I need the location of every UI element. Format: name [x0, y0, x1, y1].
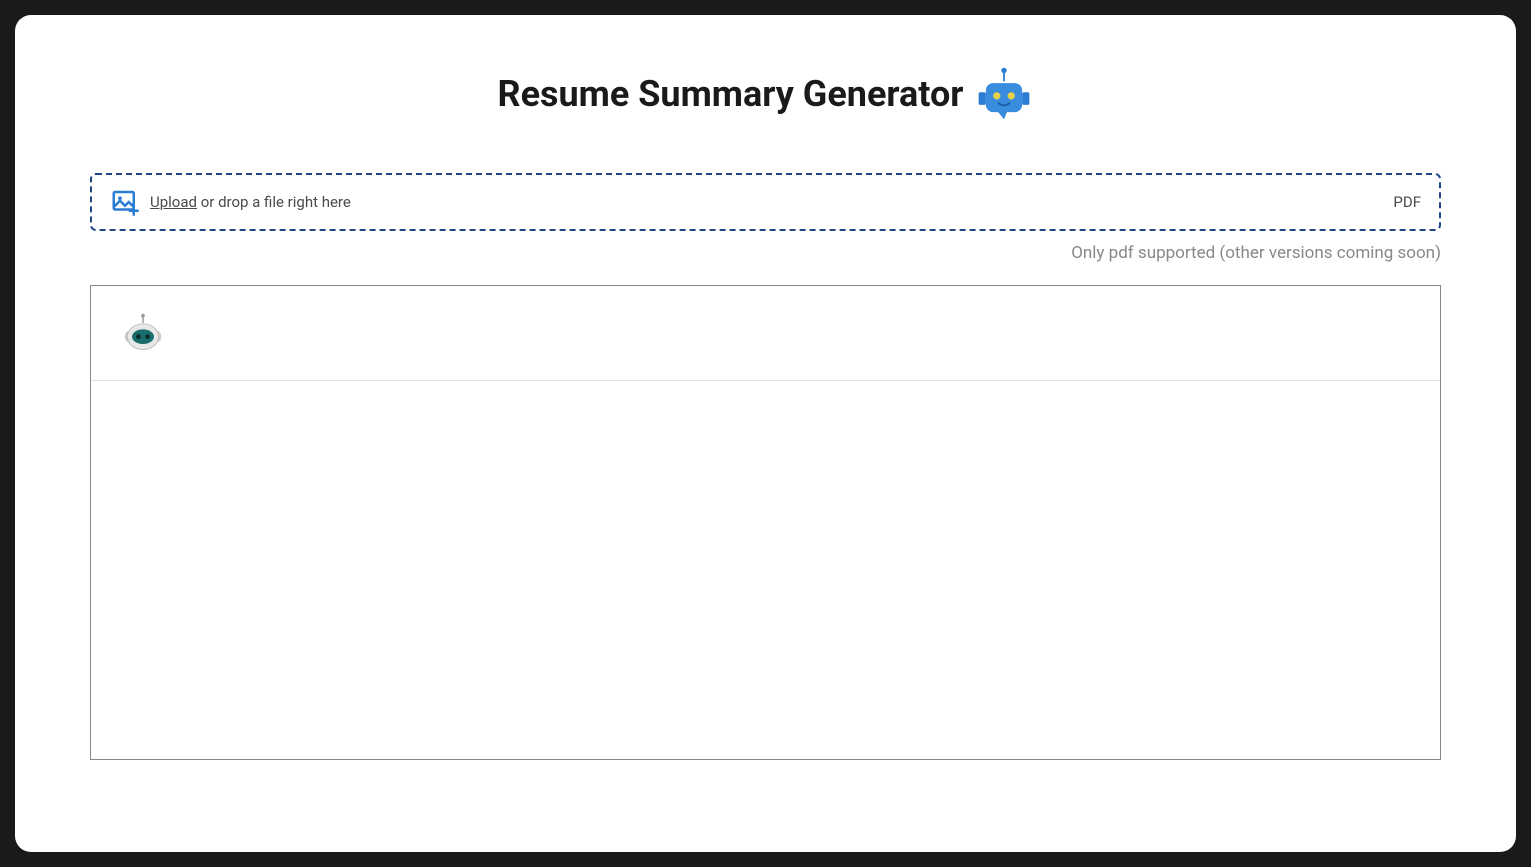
support-message: Only pdf supported (other versions comin… — [90, 243, 1441, 263]
page-header: Resume Summary Generator — [90, 65, 1441, 123]
upload-dropzone[interactable]: Upload or drop a file right here PDF — [90, 173, 1441, 231]
upload-text-container: Upload or drop a file right here — [150, 193, 351, 211]
file-type-label: PDF — [1393, 193, 1421, 211]
page-title: Resume Summary Generator — [498, 73, 964, 115]
upload-link[interactable]: Upload — [150, 193, 197, 211]
upload-left-section: Upload or drop a file right here — [110, 187, 351, 217]
main-container: Resume Summary Generator — [15, 15, 1516, 852]
chat-output-area[interactable] — [90, 285, 1441, 760]
chat-message-row — [91, 286, 1440, 381]
upload-drop-text: or drop a file right here — [197, 193, 351, 211]
robot-icon — [975, 65, 1033, 123]
upload-image-icon — [110, 187, 140, 217]
bot-avatar-icon — [121, 311, 165, 355]
